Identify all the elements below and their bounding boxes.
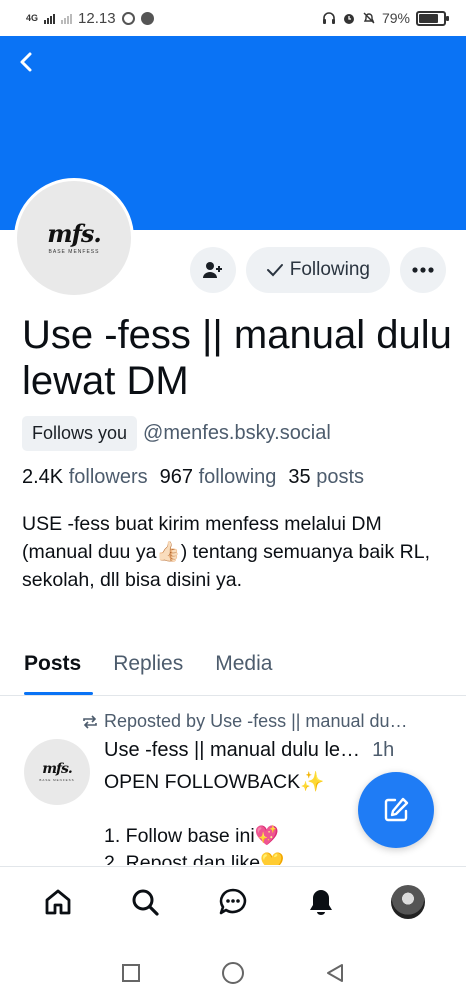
following-stat[interactable]: 967 following [160,466,277,489]
network-type: 4G [26,13,39,23]
profile-bio: USE -fess buat kirim menfess melalui DM … [22,513,431,591]
chevron-left-icon [20,52,32,72]
repost-indicator[interactable]: Reposted by Use -fess || manual du… [82,711,462,732]
post-header: Use -fess || manual dulu le… 1h [104,739,454,762]
back-system-button[interactable] [320,958,350,988]
battery-fill [419,13,438,23]
home-icon [45,889,71,914]
headphones-icon [322,12,335,24]
status-left: 4G 12.13 [26,10,154,27]
follows-you-badge: Follows you [22,416,138,451]
chat-icon [219,888,247,914]
compose-button[interactable] [358,772,434,848]
profile-display-name: Use -fess || manual dulu lewat DM [22,313,452,403]
post-author-name[interactable]: Use -fess || manual dulu le… [104,739,360,762]
compose-icon [384,797,409,822]
profile-handle: @menfes.bsky.social [143,422,331,444]
search-icon [132,889,159,916]
back-button[interactable] [12,48,40,76]
profile-tabs: Posts Replies Media [0,642,466,696]
check-icon [266,264,283,277]
home-system-button[interactable] [218,958,248,988]
mute-icon [363,12,375,24]
profile-avatar[interactable]: mfs. BASE MENFESS [14,178,134,298]
repost-icon [83,714,97,729]
battery-percent: 79% [381,10,410,26]
avatar-logo-sub: BASE MENFESS [48,248,100,255]
suggest-follows-button[interactable] [189,247,236,293]
nav-profile[interactable] [386,880,430,924]
user-avatar [391,884,426,919]
handle-row: Follows you @menfes.bsky.social [22,416,331,451]
more-options-button[interactable] [400,247,446,293]
signal-icon [44,13,56,24]
recents-button[interactable] [116,958,146,988]
followers-count: 2.4K [22,466,64,488]
nav-search[interactable] [123,880,167,924]
posts-stat: 35 posts [288,466,364,489]
following-button[interactable]: Following [245,247,390,293]
tab-media[interactable]: Media [199,642,288,695]
repost-label: Reposted by Use -fess || manual du… [104,711,408,731]
posts-label: posts [316,466,365,488]
followers-label: followers [68,466,148,488]
status-bar: 4G 12.13 79% [0,0,466,36]
status-right: 79% [322,10,449,26]
nav-home[interactable] [36,880,80,924]
post-author-avatar[interactable]: mfs. BASE MENFESS [24,739,90,805]
following-label: following [198,466,277,488]
followers-stat[interactable]: 2.4K followers [22,466,148,489]
spotify-icon [140,11,154,25]
nav-notifications[interactable] [299,880,343,924]
square-icon [122,964,140,982]
battery-icon [416,10,449,26]
following-count: 967 [159,466,194,488]
add-user-icon [202,262,222,278]
system-navigation [0,946,466,1000]
profile-stats: 2.4K followers 967 following 35 posts [22,466,364,489]
signal-2-icon [61,13,73,24]
posts-count: 35 [288,466,311,488]
bell-icon [309,889,332,915]
more-dots-icon [412,267,434,273]
nav-chat[interactable] [211,880,255,924]
tab-posts[interactable]: Posts [0,642,97,695]
triangle-back-icon [327,964,343,982]
post-timestamp[interactable]: 1h [372,739,394,762]
bottom-navigation [0,866,466,936]
post-avatar-logo-sub: BASE MENFESS [39,778,75,782]
circle-icon [222,962,244,984]
profile-actions: Following [189,247,446,293]
following-button-label: Following [289,259,370,280]
clock-time: 12.13 [78,9,116,27]
whatsapp-icon [121,11,135,25]
post-avatar-logo-text: mfs. [42,761,73,777]
avatar-logo-text: mfs. [47,218,102,248]
alarm-icon [343,14,354,24]
tab-replies[interactable]: Replies [97,642,199,695]
